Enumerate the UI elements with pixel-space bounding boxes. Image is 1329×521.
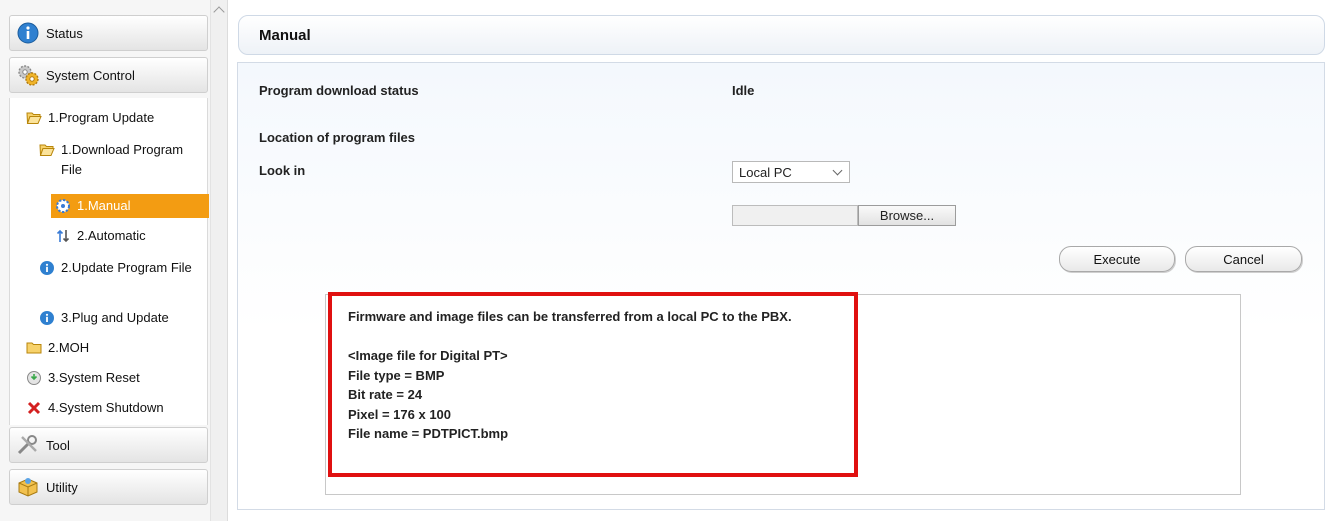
- category-status[interactable]: Status: [9, 15, 208, 51]
- category-status-label: Status: [46, 25, 83, 41]
- tree-item-program-update[interactable]: 1.Program Update: [26, 108, 154, 128]
- tree-item-moh-label: 2.MOH: [48, 340, 90, 355]
- cancel-button[interactable]: Cancel: [1185, 246, 1302, 272]
- system-control-tree: 1.Program Update 1.Download Program File…: [9, 98, 209, 425]
- tree-item-manual[interactable]: 1.Manual: [51, 194, 209, 218]
- reset-icon: [27, 371, 41, 385]
- tree-item-moh[interactable]: 2.MOH: [26, 338, 89, 358]
- note-line: Pixel = 176 x 100: [348, 406, 452, 422]
- folder-closed-icon: [26, 342, 42, 354]
- look-in-select[interactable]: Local PC: [732, 161, 850, 183]
- note-line: File name = PDTPICT.bmp: [348, 426, 509, 441]
- execute-button[interactable]: Execute: [1059, 246, 1175, 272]
- tree-item-automatic[interactable]: 2.Automatic: [55, 226, 146, 246]
- category-system-control[interactable]: System Control: [9, 57, 208, 93]
- tree-item-system-reset-label: 3.System Reset: [48, 370, 140, 385]
- note-line: Bit rate = 24: [348, 387, 423, 402]
- category-utility[interactable]: Utility: [9, 469, 208, 505]
- folder-open-icon: [26, 112, 42, 124]
- tree-item-update-program-file-label: 2.Update Program File: [61, 260, 192, 275]
- info-icon: [17, 22, 39, 44]
- page-title: Manual: [259, 26, 311, 44]
- tree-item-automatic-label: 2.Automatic: [77, 228, 146, 243]
- note-line: Firmware and image files can be transfer…: [348, 309, 792, 324]
- scroll-up-icon[interactable]: [213, 6, 225, 18]
- tree-item-plug-and-update[interactable]: 3.Plug and Update: [39, 308, 169, 328]
- info-icon: [40, 261, 54, 275]
- tree-item-download-program-file[interactable]: 1.Download Program File: [39, 140, 199, 180]
- category-tool[interactable]: Tool: [9, 427, 208, 463]
- sidebar: Status System Control 1.Program Update 1…: [0, 0, 228, 521]
- shutdown-x-icon: [27, 401, 41, 415]
- note-line: File type = BMP: [348, 367, 445, 383]
- look-in-select-value: Local PC: [739, 164, 792, 180]
- tree-item-download-program-file-label: 1.Download Program File: [61, 142, 184, 177]
- tree-item-system-shutdown-label: 4.System Shutdown: [48, 400, 164, 415]
- manual-gear-icon: [56, 199, 70, 213]
- look-in-label: Look in: [259, 163, 306, 178]
- tree-item-plug-and-update-label: 3.Plug and Update: [61, 310, 169, 325]
- highlighted-note: Firmware and image files can be transfer…: [328, 292, 858, 477]
- tools-icon: [17, 435, 37, 455]
- download-status-value: Idle: [732, 83, 755, 98]
- tree-item-system-shutdown[interactable]: 4.System Shutdown: [26, 398, 164, 418]
- file-path-field[interactable]: [732, 205, 858, 226]
- category-tool-label: Tool: [46, 437, 70, 453]
- gears-icon: [18, 65, 39, 86]
- category-utility-label: Utility: [46, 479, 78, 495]
- download-status-label: Program download status: [259, 83, 419, 98]
- info-icon: [40, 311, 54, 325]
- transfer-arrows-icon: [56, 229, 70, 243]
- category-system-control-label: System Control: [46, 67, 135, 83]
- main-panel: Program download status Idle Location of…: [237, 62, 1325, 510]
- tree-item-manual-label: 1.Manual: [77, 198, 131, 213]
- chevron-down-icon: [832, 165, 843, 176]
- tree-item-update-program-file[interactable]: 2.Update Program File: [39, 258, 199, 278]
- page-title-bar: Manual: [238, 15, 1325, 55]
- browse-button[interactable]: Browse...: [858, 205, 956, 226]
- sidebar-scrollbar[interactable]: [210, 0, 227, 521]
- tree-item-program-update-label: 1.Program Update: [48, 110, 155, 125]
- location-label: Location of program files: [259, 130, 416, 145]
- note-line: <Image file for Digital PT>: [348, 348, 508, 363]
- tree-item-system-reset[interactable]: 3.System Reset: [26, 368, 140, 388]
- folder-open-icon: [39, 144, 55, 156]
- box-icon: [18, 478, 38, 497]
